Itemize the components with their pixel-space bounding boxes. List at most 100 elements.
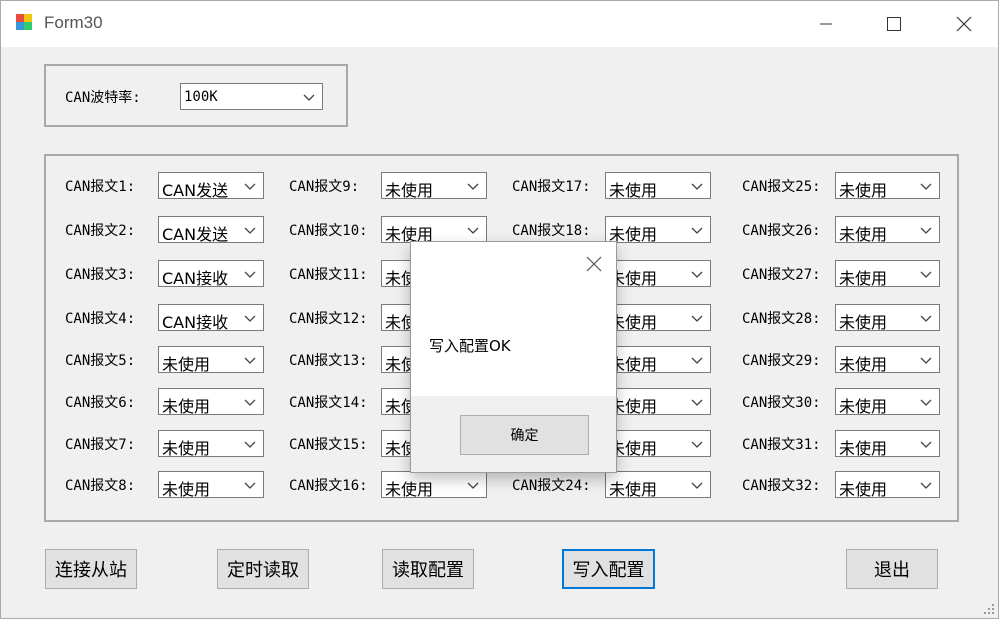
- can-message-26-value: 未使用: [839, 225, 888, 244]
- can-message-10-label: CAN报文10:: [289, 223, 368, 239]
- chevron-down-icon: [691, 399, 703, 406]
- can-message-29-value: 未使用: [839, 355, 888, 374]
- can-message-29-select[interactable]: 未使用: [835, 346, 940, 374]
- resize-grip-icon[interactable]: [983, 603, 995, 615]
- chevron-down-icon: [691, 271, 703, 278]
- title-bar: Form30: [1, 1, 998, 47]
- can-message-1-select[interactable]: CAN发送: [158, 172, 264, 200]
- can-message-24-select[interactable]: 未使用: [605, 471, 711, 499]
- can-message-18-select[interactable]: 未使用: [605, 216, 711, 244]
- chevron-down-icon: [691, 315, 703, 322]
- can-message-30-label: CAN报文30:: [742, 395, 821, 411]
- can-message-27-label: CAN报文27:: [742, 267, 821, 283]
- can-message-20-select[interactable]: 未使用: [605, 304, 711, 332]
- can-message-25-select[interactable]: 未使用: [835, 172, 940, 200]
- can-message-28-select[interactable]: 未使用: [835, 304, 940, 332]
- baud-rate-select[interactable]: 100K: [180, 83, 323, 110]
- can-message-9-select[interactable]: 未使用: [381, 172, 487, 200]
- read-config-button[interactable]: 读取配置: [382, 549, 474, 589]
- can-message-32-select[interactable]: 未使用: [835, 471, 940, 499]
- can-message-13-label: CAN报文13:: [289, 353, 368, 369]
- can-message-3-value: CAN接收: [162, 269, 229, 288]
- can-message-2-label: CAN报文2:: [65, 223, 136, 239]
- can-message-3-select[interactable]: CAN接收: [158, 260, 264, 288]
- chevron-down-icon: [691, 183, 703, 190]
- can-message-17-select[interactable]: 未使用: [605, 172, 711, 200]
- can-message-6-select[interactable]: 未使用: [158, 388, 264, 416]
- can-message-7-value: 未使用: [162, 439, 211, 458]
- can-message-28-label: CAN报文28:: [742, 311, 821, 327]
- chevron-down-icon: [303, 94, 315, 101]
- can-message-23-select[interactable]: 未使用: [605, 430, 711, 458]
- can-message-27-select[interactable]: 未使用: [835, 260, 940, 288]
- can-message-30-select[interactable]: 未使用: [835, 388, 940, 416]
- can-message-9-label: CAN报文9:: [289, 179, 360, 195]
- message-dialog: 写入配置OK 确定: [410, 241, 617, 473]
- baud-rate-label: CAN波特率:: [65, 90, 141, 106]
- write-config-button[interactable]: 写入配置: [562, 549, 655, 589]
- close-button[interactable]: [941, 1, 987, 47]
- can-message-11-label: CAN报文11:: [289, 267, 368, 283]
- dialog-message: 写入配置OK: [429, 337, 511, 355]
- can-message-26-label: CAN报文26:: [742, 223, 821, 239]
- can-message-2-value: CAN发送: [162, 225, 229, 244]
- can-message-14-label: CAN报文14:: [289, 395, 368, 411]
- dialog-content: 写入配置OK: [411, 242, 616, 396]
- can-message-1-label: CAN报文1:: [65, 179, 136, 195]
- can-message-12-label: CAN报文12:: [289, 311, 368, 327]
- chevron-down-icon: [920, 357, 932, 364]
- app-icon: [16, 14, 36, 32]
- can-message-2-select[interactable]: CAN发送: [158, 216, 264, 244]
- can-message-15-label: CAN报文15:: [289, 437, 368, 453]
- chevron-down-icon: [920, 315, 932, 322]
- chevron-down-icon: [244, 271, 256, 278]
- can-message-6-value: 未使用: [162, 397, 211, 416]
- minimize-button[interactable]: [803, 1, 849, 47]
- can-message-28-value: 未使用: [839, 313, 888, 332]
- can-message-32-label: CAN报文32:: [742, 478, 821, 494]
- can-message-31-value: 未使用: [839, 439, 888, 458]
- can-message-21-select[interactable]: 未使用: [605, 346, 711, 374]
- chevron-down-icon: [467, 183, 479, 190]
- close-icon[interactable]: [584, 254, 604, 274]
- can-message-17-value: 未使用: [609, 181, 658, 200]
- can-message-4-value: CAN接收: [162, 313, 229, 332]
- can-message-10-select[interactable]: 未使用: [381, 216, 487, 244]
- can-message-5-value: 未使用: [162, 355, 211, 374]
- can-message-24-value: 未使用: [609, 480, 658, 499]
- can-message-8-select[interactable]: 未使用: [158, 471, 264, 499]
- chevron-down-icon: [244, 183, 256, 190]
- can-message-22-select[interactable]: 未使用: [605, 388, 711, 416]
- chevron-down-icon: [244, 357, 256, 364]
- can-message-5-select[interactable]: 未使用: [158, 346, 264, 374]
- main-window: Form30 CAN波特率: 100K CAN报文1: CAN发送 CAN报文2: C…: [0, 0, 999, 619]
- chevron-down-icon: [920, 399, 932, 406]
- can-message-26-select[interactable]: 未使用: [835, 216, 940, 244]
- dialog-ok-button[interactable]: 确定: [460, 415, 589, 455]
- chevron-down-icon: [920, 441, 932, 448]
- can-message-4-select[interactable]: CAN接收: [158, 304, 264, 332]
- can-message-31-select[interactable]: 未使用: [835, 430, 940, 458]
- exit-button[interactable]: 退出: [846, 549, 938, 589]
- can-message-19-select[interactable]: 未使用: [605, 260, 711, 288]
- connect-slave-button[interactable]: 连接从站: [45, 549, 137, 589]
- can-message-16-select[interactable]: 未使用: [381, 471, 487, 499]
- chevron-down-icon: [691, 357, 703, 364]
- can-message-6-label: CAN报文6:: [65, 395, 136, 411]
- can-message-8-label: CAN报文8:: [65, 478, 136, 494]
- can-message-25-value: 未使用: [839, 181, 888, 200]
- chevron-down-icon: [244, 315, 256, 322]
- timed-read-button[interactable]: 定时读取: [217, 549, 309, 589]
- chevron-down-icon: [244, 482, 256, 489]
- can-message-18-label: CAN报文18:: [512, 223, 591, 239]
- can-message-8-value: 未使用: [162, 480, 211, 499]
- chevron-down-icon: [244, 441, 256, 448]
- can-message-5-label: CAN报文5:: [65, 353, 136, 369]
- baud-rate-value: 100K: [184, 89, 218, 105]
- can-message-7-select[interactable]: 未使用: [158, 430, 264, 458]
- can-message-4-label: CAN报文4:: [65, 311, 136, 327]
- chevron-down-icon: [467, 482, 479, 489]
- maximize-button[interactable]: [871, 1, 917, 47]
- chevron-down-icon: [691, 482, 703, 489]
- chevron-down-icon: [920, 227, 932, 234]
